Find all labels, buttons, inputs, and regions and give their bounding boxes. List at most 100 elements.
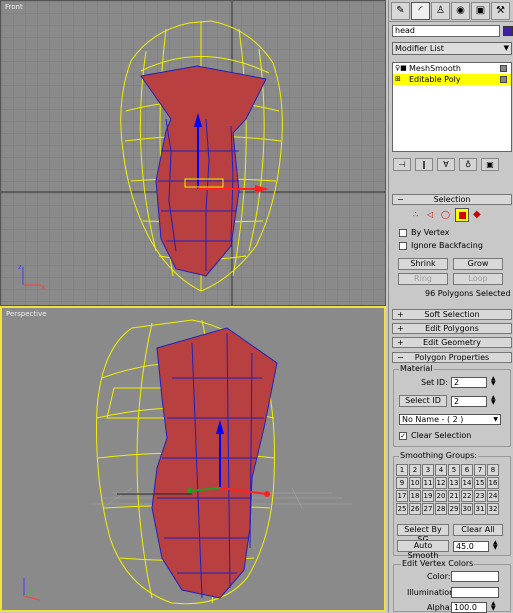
collapse-icon: − — [397, 353, 404, 362]
stack-item-label: Editable Poly — [409, 75, 461, 84]
sg-button-24[interactable]: 24 — [487, 490, 499, 502]
sg-button-10[interactable]: 10 — [409, 477, 421, 489]
sg-button-20[interactable]: 20 — [435, 490, 447, 502]
show-end-result-icon[interactable]: ‖ — [415, 158, 433, 171]
sg-button-15[interactable]: 15 — [474, 477, 486, 489]
sg-button-23[interactable]: 23 — [474, 490, 486, 502]
select-by-sg-button[interactable]: Select By SG — [397, 524, 449, 544]
edge-icon[interactable]: ◁ — [427, 210, 433, 219]
alpha-spinner[interactable]: 100.0 — [451, 602, 487, 613]
shrink-button[interactable]: Shrink — [398, 258, 448, 270]
clear-all-button[interactable]: Clear All — [453, 524, 503, 536]
hierarchy-tab[interactable]: ♙ — [431, 2, 450, 20]
element-icon[interactable]: ◆ — [473, 209, 481, 220]
utilities-tab[interactable]: ⚒ — [491, 2, 510, 20]
rollout-polygon-properties[interactable]: − Polygon Properties — [392, 352, 512, 363]
rollout-edit-geometry[interactable]: + Edit Geometry — [392, 337, 512, 348]
rollout-soft-selection[interactable]: + Soft Selection — [392, 309, 512, 320]
select-id-button[interactable]: Select ID — [399, 395, 447, 407]
spinner-arrows-icon[interactable]: ▲ ▼ — [491, 395, 496, 406]
sg-button-13[interactable]: 13 — [448, 477, 460, 489]
sg-button-4[interactable]: 4 — [435, 464, 447, 476]
spinner-arrows-icon[interactable]: ▲ ▼ — [491, 601, 496, 612]
sg-button-22[interactable]: 22 — [461, 490, 473, 502]
sg-button-11[interactable]: 11 — [422, 477, 434, 489]
sg-button-32[interactable]: 32 — [487, 503, 499, 515]
sg-button-14[interactable]: 14 — [461, 477, 473, 489]
create-tab[interactable]: ✎ — [391, 2, 410, 20]
sg-button-29[interactable]: 29 — [448, 503, 460, 515]
sg-button-8[interactable]: 8 — [487, 464, 499, 476]
sg-button-6[interactable]: 6 — [461, 464, 473, 476]
modify-tab[interactable]: ◜ — [411, 2, 430, 20]
sg-button-27[interactable]: 27 — [422, 503, 434, 515]
grow-button[interactable]: Grow — [453, 258, 503, 270]
border-icon[interactable]: ◯ — [441, 210, 450, 219]
sg-button-21[interactable]: 21 — [448, 490, 460, 502]
stack-item-label: MeshSmooth — [409, 64, 461, 73]
rollout-selection[interactable]: − Selection — [392, 194, 512, 205]
chevron-down-icon: ▼ — [493, 416, 498, 423]
make-unique-icon[interactable]: ∀ — [437, 158, 455, 171]
sg-button-3[interactable]: 3 — [422, 464, 434, 476]
viewport-label-front[interactable]: Front — [5, 3, 23, 11]
selection-status: 96 Polygons Selected — [425, 289, 511, 298]
sg-button-9[interactable]: 9 — [396, 477, 408, 489]
display-tab[interactable]: ▣ — [471, 2, 490, 20]
sg-button-7[interactable]: 7 — [474, 464, 486, 476]
sg-button-5[interactable]: 5 — [448, 464, 460, 476]
sg-button-2[interactable]: 2 — [409, 464, 421, 476]
object-color-swatch[interactable] — [503, 26, 513, 36]
sg-button-17[interactable]: 17 — [396, 490, 408, 502]
rollout-edit-polygons[interactable]: + Edit Polygons — [392, 323, 512, 334]
stack-item-editable-poly[interactable]: ⊞ Editable Poly — [393, 74, 511, 85]
set-id-spinner[interactable]: 2 — [451, 377, 487, 388]
ring-button[interactable]: Ring — [398, 273, 448, 285]
subobject-icons: ∴ ◁ ◯ ◆ — [389, 208, 513, 224]
front-viewport[interactable]: z x Front — [0, 0, 386, 306]
perspective-viewport[interactable]: Perspective — [0, 306, 386, 612]
sg-button-19[interactable]: 19 — [422, 490, 434, 502]
modifier-list-dropdown[interactable]: Modifier List ▼ — [392, 42, 512, 55]
sg-button-25[interactable]: 25 — [396, 503, 408, 515]
remove-modifier-icon[interactable]: ♁ — [459, 158, 477, 171]
vertex-color-swatch[interactable] — [451, 571, 499, 582]
ignore-backfacing-checkbox[interactable] — [399, 242, 407, 250]
object-name-field[interactable]: head — [392, 25, 500, 37]
rollout-title: Edit Polygons — [425, 324, 479, 333]
lightbulb-icon[interactable]: ♀■ — [395, 63, 407, 74]
clear-selection-label: Clear Selection — [411, 431, 472, 440]
illumination-swatch[interactable] — [451, 587, 499, 598]
sg-button-26[interactable]: 26 — [409, 503, 421, 515]
polygon-icon[interactable] — [455, 208, 469, 222]
configure-modifier-sets-icon[interactable]: ▣ — [481, 158, 499, 171]
clear-selection-checkbox[interactable]: ✓ — [399, 432, 407, 440]
select-id-spinner[interactable]: 2 — [451, 396, 487, 407]
sg-button-16[interactable]: 16 — [487, 477, 499, 489]
sg-button-28[interactable]: 28 — [435, 503, 447, 515]
by-vertex-label: By Vertex — [411, 228, 450, 237]
by-vertex-checkbox[interactable] — [399, 229, 407, 237]
sg-button-1[interactable]: 1 — [396, 464, 408, 476]
viewport-label-perspective[interactable]: Perspective — [6, 310, 47, 318]
motion-tab[interactable]: ◉ — [451, 2, 470, 20]
auto-smooth-button[interactable]: Auto Smooth — [397, 540, 449, 560]
material-name-dropdown[interactable]: No Name - ( 2 ) ▼ — [399, 414, 501, 425]
spinner-arrows-icon[interactable]: ▲ ▼ — [493, 540, 498, 551]
auto-smooth-spinner[interactable]: 45.0 — [453, 541, 489, 552]
modifier-list-label: Modifier List — [395, 44, 444, 53]
expand-icon: + — [397, 324, 404, 333]
sg-button-12[interactable]: 12 — [435, 477, 447, 489]
expand-icon[interactable]: ⊞ — [395, 74, 401, 85]
vertex-icon[interactable]: ∴ — [413, 210, 418, 219]
stack-item-meshsmooth[interactable]: ♀■ MeshSmooth — [393, 63, 511, 74]
command-panel: ✎ ◜ ♙ ◉ ▣ ⚒ head Modifier List ▼ ♀■ Mesh… — [388, 0, 513, 613]
stack-item-toggle-icon — [500, 76, 507, 83]
sg-button-31[interactable]: 31 — [474, 503, 486, 515]
rollout-title: Soft Selection — [424, 310, 480, 319]
sg-button-30[interactable]: 30 — [461, 503, 473, 515]
sg-button-18[interactable]: 18 — [409, 490, 421, 502]
spinner-arrows-icon[interactable]: ▲ ▼ — [491, 376, 496, 387]
loop-button[interactable]: Loop — [453, 273, 503, 285]
pin-stack-icon[interactable]: ⊣ — [393, 158, 411, 171]
